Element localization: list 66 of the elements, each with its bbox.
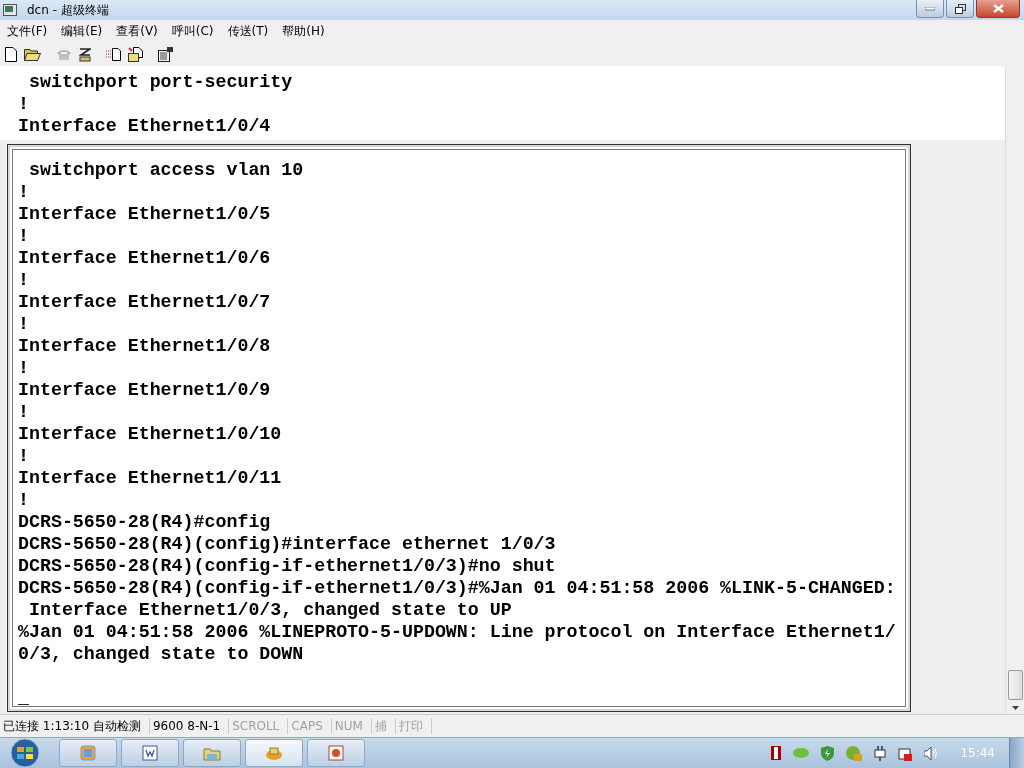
taskbar-app-button[interactable] — [121, 739, 179, 767]
document-icon — [142, 745, 158, 761]
new-document-icon[interactable] — [5, 46, 17, 62]
menu-item[interactable]: 传送(T) — [222, 22, 274, 40]
terminal-line: Interface Ethernet1/0/10 — [18, 423, 283, 445]
speaker-icon[interactable] — [924, 746, 939, 760]
status-field: SCROLL — [229, 718, 289, 734]
vertical-scrollbar[interactable] — [1005, 66, 1024, 714]
terminal-line: DCRS-5650-28(R4)(config-if-ethernet1/0/3)#no shut — [18, 555, 557, 577]
terminal-line: ! — [18, 269, 30, 291]
terminal-line: Interface Ethernet1/0/4 — [18, 115, 272, 137]
scroll-down-arrow-icon[interactable] — [1011, 706, 1019, 710]
terminal-line: Interface Ethernet1/0/9 — [18, 379, 272, 401]
terminal-line: Interface Ethernet1/0/6 — [18, 247, 272, 269]
status-field: 打印 — [395, 718, 432, 734]
terminal-line: ! — [18, 357, 30, 379]
terminal-app-icon — [3, 4, 17, 16]
terminal-line: ! — [18, 181, 30, 203]
send-file-icon[interactable] — [106, 47, 121, 61]
terminal-line: Interface Ethernet1/0/5 — [18, 203, 272, 225]
menu-item[interactable]: 查看(V) — [111, 22, 163, 40]
terminal-line: ! — [18, 225, 30, 247]
minimize-icon — [925, 6, 935, 11]
terminal-line: Interface Ethernet1/0/8 — [18, 335, 272, 357]
window-title: dcn - 超级终端 — [27, 1, 109, 19]
shield-icon[interactable] — [821, 745, 835, 761]
terminal-line: DCRS-5650-28(R4)(config-if-ethernet1/0/3)#%Jan 01 04:51:58 2006 %LINK-5-CHANGED: — [18, 577, 897, 599]
text-cursor: _ — [18, 687, 29, 709]
status-field: CAPS — [288, 718, 332, 734]
terminal-line: switchport access vlan 10 — [27, 159, 305, 181]
folder-icon — [203, 745, 221, 761]
terminal-line: Interface Ethernet1/0/3, changed state to UP — [27, 599, 513, 621]
open-folder-icon[interactable] — [24, 47, 41, 61]
terminal-line: switchport port-security — [27, 71, 294, 93]
close-button[interactable] — [976, 0, 1020, 18]
menu-item[interactable]: 帮助(H) — [277, 22, 330, 40]
status-field: NUM — [331, 718, 372, 734]
scrollbar-thumb[interactable] — [1007, 670, 1023, 700]
terminal-line: %Jan 01 04:51:58 2006 %LINEPROTO-5-UPDOWN: Line protocol on Interface Ethernet1/ — [18, 621, 897, 643]
terminal-line: Interface Ethernet1/0/7 — [18, 291, 272, 313]
restore-button[interactable] — [946, 0, 974, 18]
network-disconnected-icon[interactable] — [898, 745, 913, 761]
terminal-line: DCRS-5650-28(R4)#config — [18, 511, 272, 533]
window-icon — [80, 745, 96, 761]
status-field: 9600 8-N-1 — [149, 718, 230, 734]
presentation-icon — [328, 745, 344, 761]
receive-file-icon[interactable] — [128, 46, 143, 62]
film-icon[interactable] — [771, 746, 782, 760]
terminal-line: ! — [18, 401, 30, 423]
close-icon — [992, 4, 1004, 13]
terminal-line: 0/3, changed state to DOWN — [18, 643, 305, 665]
terminal-line: ! — [18, 489, 30, 511]
terminal-line: DCRS-5650-28(R4)(config)#interface ethernet 1/0/3 — [18, 533, 557, 555]
taskbar-app-button[interactable] — [307, 739, 365, 767]
terminal-line: ! — [18, 93, 30, 115]
terminal-line: ! — [18, 445, 30, 467]
status-field: 已连接 1:13:10 自动检测 — [0, 718, 150, 734]
menu-item[interactable]: 呼叫(C) — [166, 22, 219, 40]
properties-icon[interactable] — [158, 46, 174, 62]
status-field: 捕 — [371, 718, 396, 734]
terminal-line: ! — [18, 313, 30, 335]
menu-item[interactable]: 编辑(E) — [56, 22, 108, 40]
menu-item[interactable]: 文件(F) — [2, 22, 53, 40]
terminal-line: Interface Ethernet1/0/11 — [18, 467, 283, 489]
restore-icon — [954, 3, 966, 14]
power-plug-icon[interactable] — [874, 745, 887, 761]
